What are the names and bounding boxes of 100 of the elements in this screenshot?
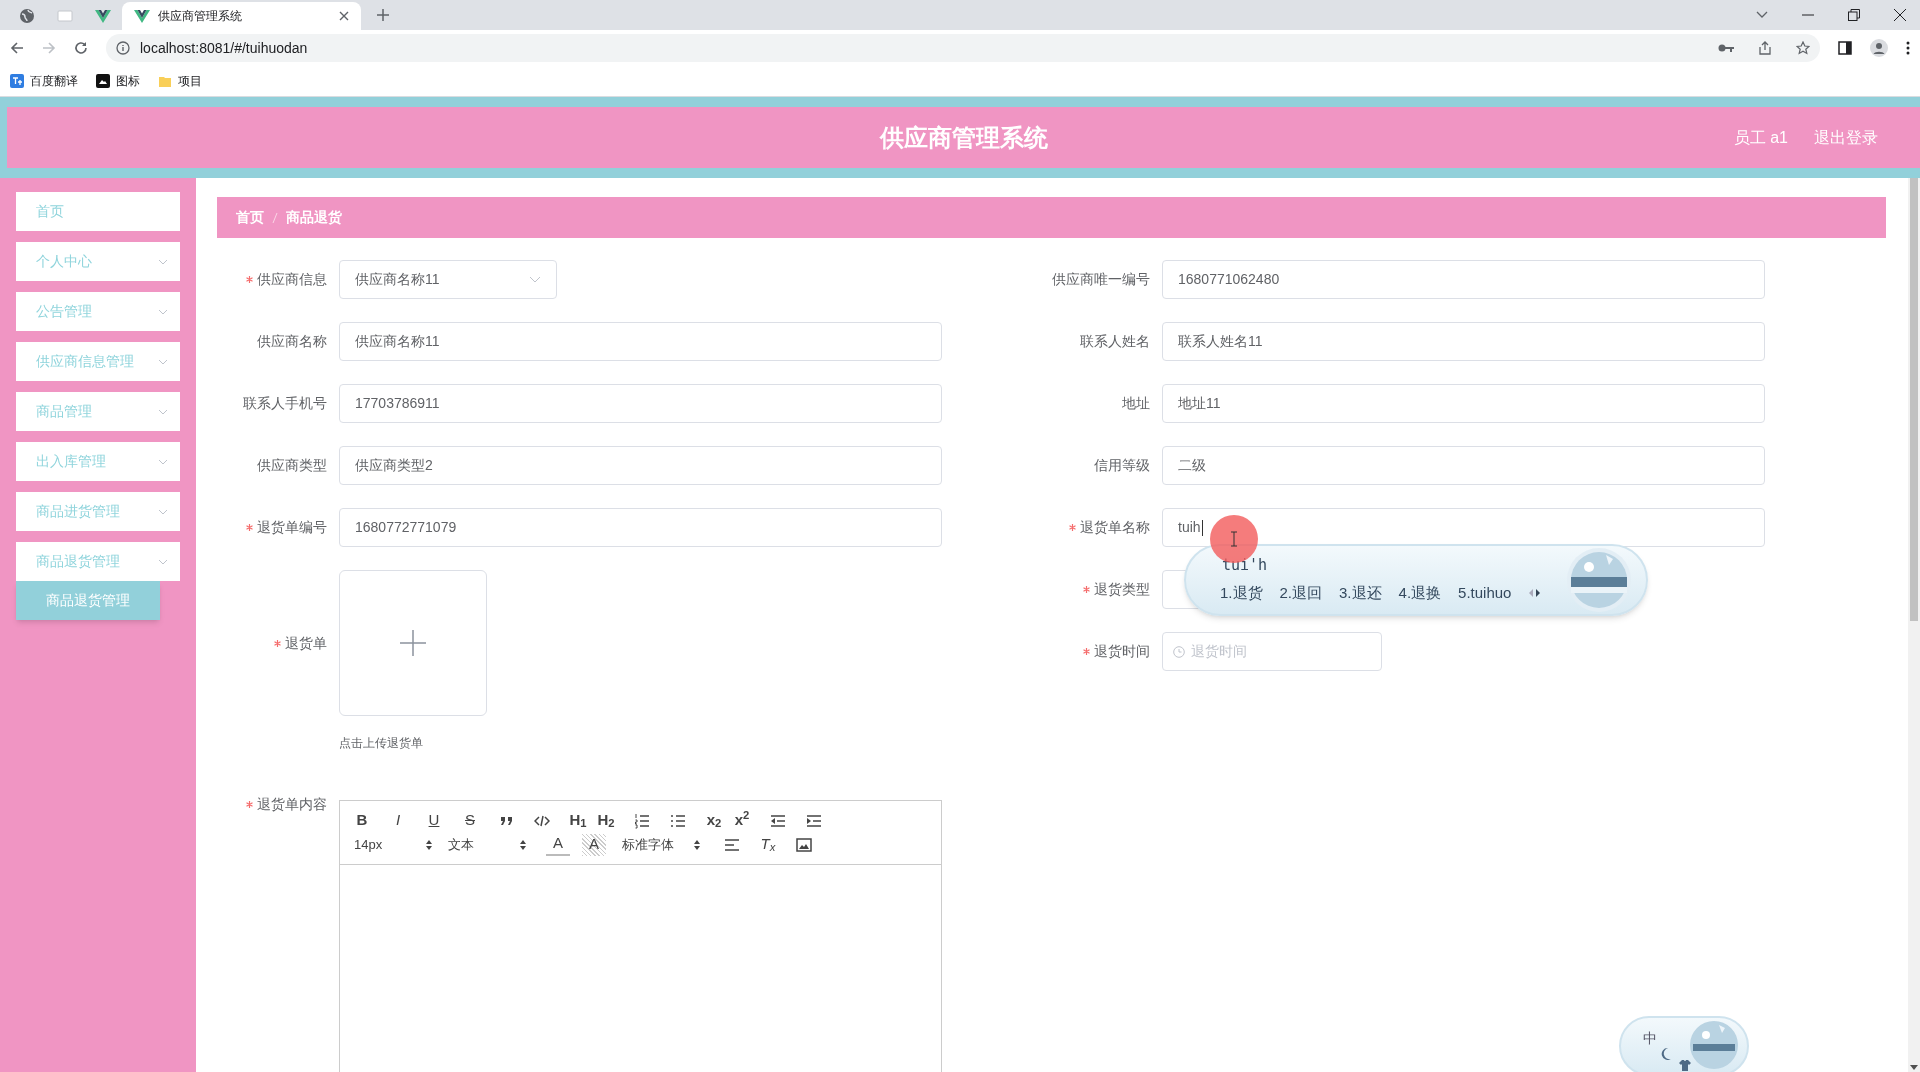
- image-icon[interactable]: [796, 836, 812, 853]
- field-label: 联系人手机号: [243, 394, 327, 413]
- field-label: 供应商信息: [257, 270, 327, 289]
- select-field[interactable]: 供应商名称11: [339, 260, 557, 299]
- restore-icon[interactable]: [1848, 9, 1860, 21]
- chevron-down-icon[interactable]: [1756, 11, 1768, 19]
- browser-tab[interactable]: 供应商管理系统: [122, 2, 361, 30]
- placeholder-text: 退货时间: [1191, 642, 1247, 661]
- chevron-down-icon: [158, 258, 168, 265]
- input-field[interactable]: 供应商类型2: [339, 446, 942, 485]
- input-field[interactable]: 二级: [1162, 446, 1765, 485]
- chevron-down-icon: [158, 408, 168, 415]
- strike-button[interactable]: S: [458, 809, 482, 832]
- url-text: localhost:8081/#/tuihuodan: [140, 38, 308, 58]
- input-field[interactable]: 1680772771079: [339, 508, 942, 547]
- chevron-down-icon: [158, 458, 168, 465]
- share-icon[interactable]: [1758, 41, 1772, 55]
- key-icon[interactable]: [1718, 43, 1734, 53]
- image-icon: [96, 74, 110, 88]
- field-label: 供应商类型: [257, 456, 327, 475]
- indent-icon[interactable]: [806, 812, 822, 829]
- breadcrumb-item: 商品退货: [286, 208, 342, 227]
- reload-icon[interactable]: [74, 41, 88, 55]
- close-icon[interactable]: [339, 11, 349, 21]
- field-label: 退货类型: [1094, 580, 1150, 599]
- field-label: 退货单名称: [1080, 518, 1150, 537]
- bookmark[interactable]: 百度翻译: [10, 72, 78, 90]
- select-button[interactable]: 文本: [444, 833, 534, 856]
- close-icon[interactable]: [1894, 9, 1906, 21]
- field-label: 联系人姓名: [1080, 332, 1150, 351]
- heading-button[interactable]: H$_{1}$: [566, 809, 590, 832]
- hint-text: 点击上传退货单: [339, 735, 423, 752]
- ime-candidate[interactable]: 5.tuihuo: [1458, 582, 1512, 605]
- ime-mode[interactable]: 中: [1643, 1028, 1657, 1049]
- ime-candidate[interactable]: 1.退货: [1220, 582, 1263, 605]
- user-name: 员工 a1: [1733, 127, 1788, 148]
- rich-text-editor[interactable]: B I U S H$_{1}$ H$_{2}$ x$_{2}$ x$^{2}$ 14px 文本 A A 标准字体 T$_{x}$: [339, 800, 942, 1072]
- field-label: 供应商名称: [257, 332, 327, 351]
- script-button[interactable]: x$^{2}$: [730, 809, 754, 832]
- field-label: 地址: [1122, 394, 1150, 413]
- ime-candidate[interactable]: 4.退换: [1398, 582, 1442, 605]
- outdent-icon[interactable]: [770, 812, 786, 829]
- bookmark[interactable]: 项目: [158, 72, 202, 90]
- italic-button[interactable]: I: [386, 809, 410, 832]
- info-icon: [116, 41, 130, 55]
- heading-button[interactable]: H$_{2}$: [594, 809, 618, 832]
- input-field[interactable]: 17703786911: [339, 384, 942, 423]
- field-label: 供应商唯一编号: [1052, 270, 1150, 289]
- ime-candidate[interactable]: 2.退回: [1279, 582, 1323, 605]
- star-icon[interactable]: [1796, 41, 1810, 55]
- clean-button[interactable]: T$_{x}$: [756, 833, 780, 856]
- scrollbar-thumb[interactable]: [1910, 178, 1918, 621]
- sort-arrows-icon: [520, 839, 526, 850]
- chevron-down-icon: [529, 276, 541, 283]
- field-label: 退货单编号: [257, 518, 327, 537]
- address-bar[interactable]: localhost:8081/#/tuihuodan: [106, 34, 1820, 62]
- script-button[interactable]: x$_{2}$: [702, 809, 726, 832]
- v-logo-icon: [95, 9, 111, 23]
- select-button[interactable]: 标准字体: [618, 833, 708, 856]
- numbered-list-icon[interactable]: [634, 812, 650, 829]
- field-label: 信用等级: [1094, 456, 1150, 475]
- input-field[interactable]: 地址11: [1162, 384, 1765, 423]
- bold-button[interactable]: B: [350, 809, 374, 832]
- bookmark[interactable]: 图标: [96, 72, 140, 90]
- page-arrows-icon[interactable]: [1528, 588, 1542, 599]
- moon-icon[interactable]: [1661, 1048, 1671, 1060]
- translate-icon: [10, 74, 24, 88]
- scrollbar[interactable]: [1908, 178, 1920, 1072]
- color-button[interactable]: A: [546, 833, 570, 856]
- input-field[interactable]: 供应商名称11: [339, 322, 942, 361]
- tab-title: 供应商管理系统: [158, 8, 243, 25]
- input-field[interactable]: 联系人姓名11: [1162, 322, 1765, 361]
- sort-arrows-icon: [694, 839, 700, 850]
- v-logo-icon: [134, 9, 150, 23]
- bullet-list-icon[interactable]: [670, 812, 686, 829]
- field-label: 退货单: [285, 633, 327, 653]
- app-title: 供应商管理系统: [879, 122, 1048, 153]
- underline-button[interactable]: U: [422, 809, 446, 832]
- slash-icon: [272, 211, 278, 224]
- page-icon: [57, 9, 73, 23]
- chevron-down-icon: [158, 558, 168, 565]
- chevron-down-icon: [158, 358, 168, 365]
- shirt-icon[interactable]: [1679, 1060, 1691, 1071]
- chevron-down-icon: [158, 508, 168, 515]
- side-panel-icon[interactable]: [1838, 41, 1852, 55]
- text-cursor-icon: [1230, 531, 1238, 547]
- field-label: 退货单内容: [257, 794, 327, 814]
- background-button[interactable]: A: [582, 833, 606, 856]
- input-field[interactable]: 1680771062480: [1162, 260, 1765, 299]
- menu-icon[interactable]: [1906, 41, 1910, 55]
- clock-icon: [1173, 645, 1185, 658]
- scroll-down-icon[interactable]: [1910, 1065, 1918, 1070]
- chevron-down-icon: [158, 308, 168, 315]
- profile-icon[interactable]: [1870, 39, 1888, 57]
- ime-candidate[interactable]: 3.退还: [1339, 582, 1382, 605]
- plus-icon[interactable]: [377, 9, 389, 21]
- select-button[interactable]: 14px: [350, 833, 440, 856]
- back-arrow-icon[interactable]: [10, 41, 24, 55]
- globe-icon: [19, 8, 35, 24]
- align-left-icon[interactable]: [724, 836, 740, 853]
